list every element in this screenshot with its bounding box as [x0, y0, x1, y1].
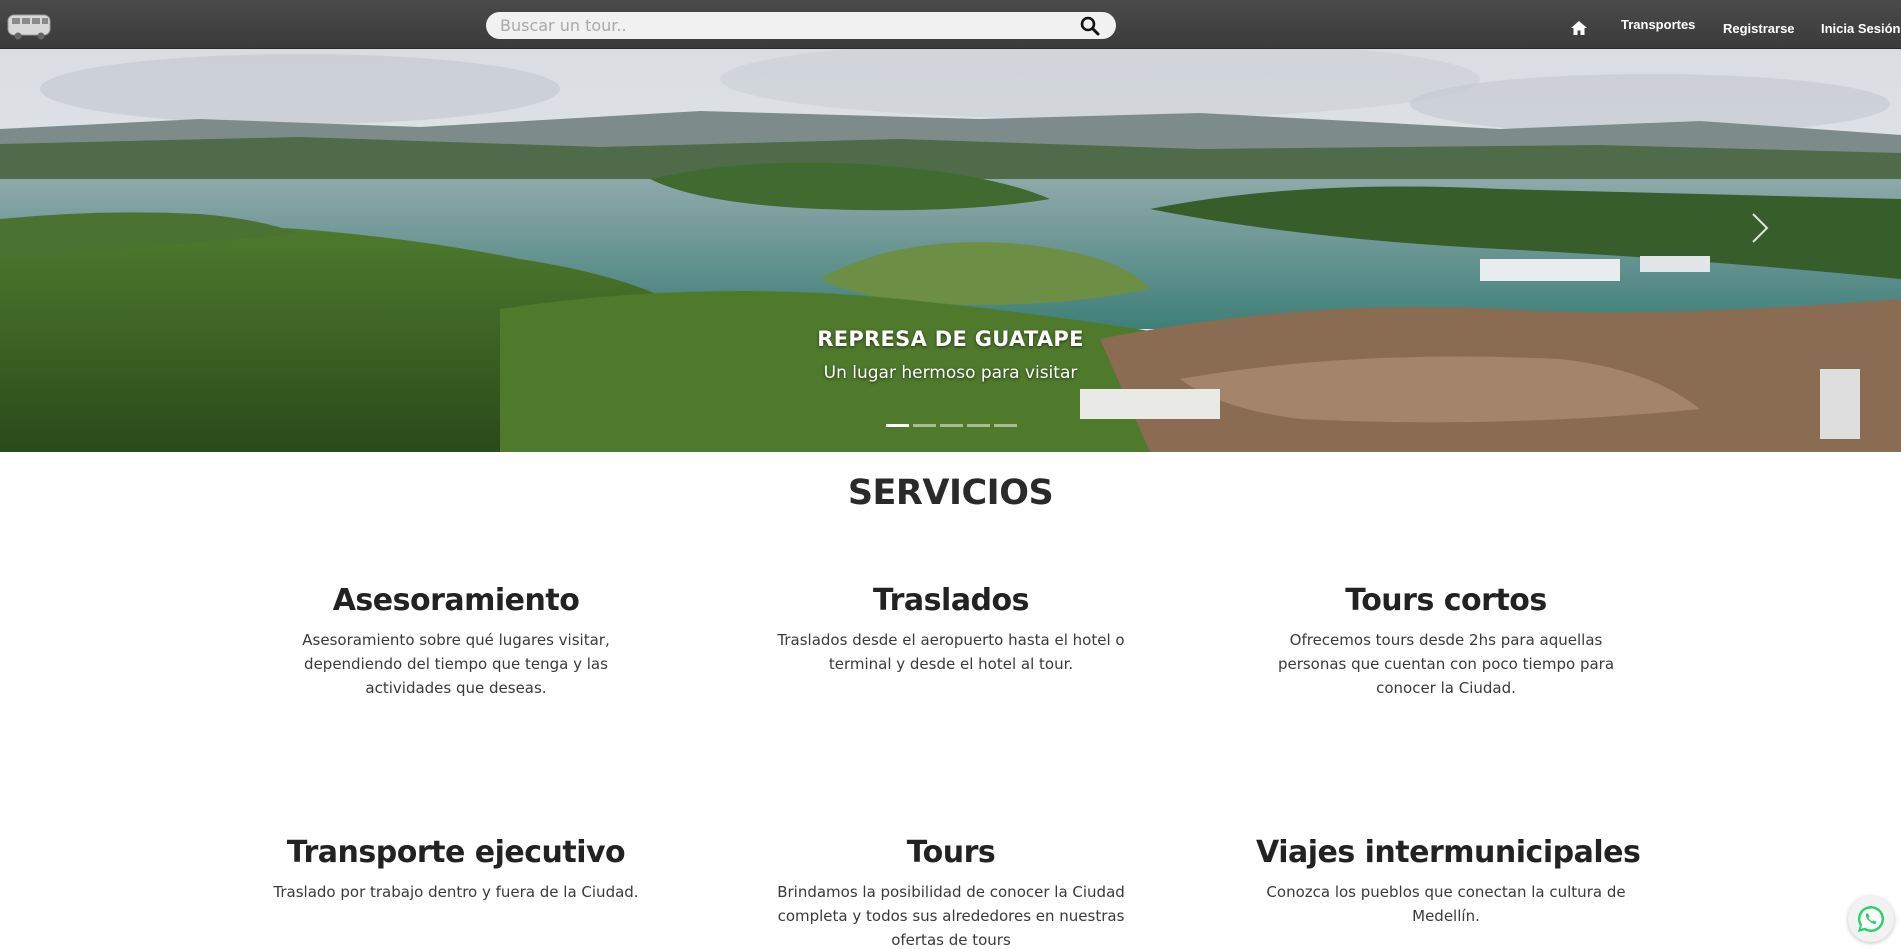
carousel-indicator[interactable] — [967, 424, 990, 427]
service-description: Brindamos la posibilidad de conocer la C… — [777, 883, 1125, 949]
service-card: Transporte ejecutivo Traslado por trabaj… — [266, 835, 646, 904]
carousel-indicators — [886, 424, 1017, 428]
hero-title: REPRESA DE GUATAPE — [817, 327, 1084, 351]
service-title: Tours — [906, 835, 996, 870]
nav-link-registrarse[interactable]: Registrarse — [1723, 0, 1795, 49]
carousel-indicator[interactable] — [886, 424, 909, 427]
home-icon[interactable] — [1570, 20, 1588, 36]
van-logo-icon[interactable] — [6, 9, 54, 41]
service-description: Asesoramiento sobre qué lugares visitar,… — [302, 631, 610, 697]
service-title: Transporte ejecutivo — [286, 835, 626, 870]
service-title: Tours cortos — [1345, 583, 1547, 618]
whatsapp-button[interactable] — [1848, 896, 1894, 942]
carousel-indicator[interactable] — [940, 424, 963, 427]
nav-link-transportes[interactable]: Transportes — [1621, 0, 1695, 49]
service-card: Viajes intermunicipales Conozca los pueb… — [1256, 835, 1641, 928]
service-title: Asesoramiento — [332, 583, 580, 618]
whatsapp-icon — [1858, 906, 1885, 932]
service-card: Asesoramiento Asesoramiento sobre qué lu… — [266, 583, 646, 700]
navbar: Transportes Registrarse Inicia Sesión — [0, 0, 1901, 49]
service-card: Tours Brindamos la posibilidad de conoce… — [761, 835, 1141, 949]
chevron-right-icon[interactable] — [1748, 208, 1772, 248]
carousel-indicator[interactable] — [913, 424, 936, 427]
hero-image — [0, 49, 1901, 452]
nav-link-login[interactable]: Inicia Sesión — [1821, 0, 1900, 49]
service-title: Viajes intermunicipales — [1256, 835, 1641, 870]
service-description: Ofrecemos tours desde 2hs para aquellas … — [1277, 631, 1615, 697]
service-card: Tours cortos Ofrecemos tours desde 2hs p… — [1256, 583, 1636, 700]
search-icon[interactable] — [1080, 16, 1100, 36]
service-title: Traslados — [872, 583, 1030, 618]
search-bar — [486, 12, 1116, 39]
hero-carousel: REPRESA DE GUATAPE Un lugar hermoso para… — [0, 49, 1901, 452]
hero-subtitle: Un lugar hermoso para visitar — [823, 363, 1078, 383]
service-card: Traslados Traslados desde el aeropuerto … — [761, 583, 1141, 676]
services-heading: SERVICIOS — [847, 473, 1054, 513]
service-description: Traslado por trabajo dentro y fuera de l… — [273, 883, 639, 901]
service-description: Traslados desde el aeropuerto hasta el h… — [777, 631, 1125, 673]
carousel-indicator[interactable] — [994, 424, 1017, 427]
search-input[interactable] — [500, 12, 1060, 39]
service-description: Conozca los pueblos que conectan la cult… — [1266, 883, 1626, 925]
